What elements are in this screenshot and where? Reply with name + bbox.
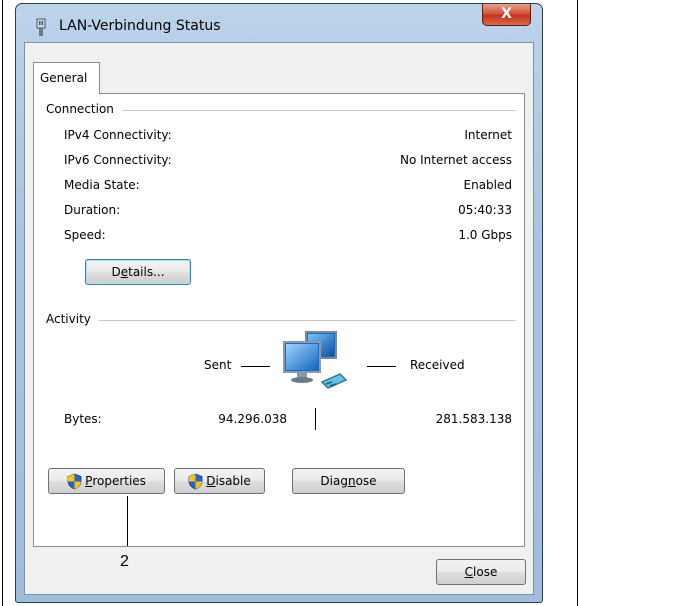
close-label-accel: C	[464, 565, 474, 579]
connection-group-label: Connection	[46, 102, 122, 116]
network-adapter-icon	[36, 18, 46, 36]
details-label-accel: e	[120, 265, 129, 279]
dialog-client-area: General Connection IPv4 Connectivity: In…	[24, 42, 534, 595]
activity-divider	[315, 408, 316, 430]
close-label-post: lose	[473, 565, 498, 579]
activity-group-line	[46, 320, 516, 321]
disable-label-post: isable	[215, 474, 251, 488]
close-button[interactable]: Close	[436, 559, 526, 585]
tab-panel-general: Connection IPv4 Connectivity: Internet I…	[33, 93, 525, 547]
properties-button[interactable]: Properties	[48, 468, 165, 494]
received-dash	[367, 366, 396, 367]
duration-value: 05:40:33	[458, 203, 512, 217]
diagnose-label-accel: n	[347, 474, 356, 488]
window-title: LAN-Verbindung Status	[59, 18, 221, 34]
figure-border-left	[2, 0, 3, 606]
ipv6-label: IPv6 Connectivity:	[64, 153, 172, 167]
speed-value: 1.0 Gbps	[458, 228, 512, 242]
tab-general[interactable]: General	[33, 62, 100, 94]
disable-label-accel: D	[206, 474, 216, 488]
properties-label-post: roperties	[92, 474, 146, 488]
diagnose-button[interactable]: Diag n ose	[292, 468, 405, 494]
activity-group-label: Activity	[46, 312, 99, 326]
callout-number: 2	[120, 553, 129, 570]
figure-border-right	[577, 0, 578, 606]
details-button[interactable]: De tails...	[85, 259, 191, 285]
media-state-value: Enabled	[463, 178, 513, 192]
status-window: LAN-Verbindung Status X General Connecti…	[15, 3, 543, 603]
diagnose-label-post: ose	[355, 474, 377, 488]
bytes-received-value: 281.583.138	[435, 412, 512, 426]
duration-label: Duration:	[64, 203, 121, 217]
sent-label: Sent	[204, 358, 232, 372]
sent-dash	[241, 366, 270, 367]
properties-label-accel: P	[85, 474, 93, 488]
details-label-pre: D	[111, 265, 121, 279]
ipv4-value: Internet	[464, 128, 512, 142]
media-state-label: Media State:	[64, 178, 140, 192]
details-label-post: tails...	[128, 265, 165, 279]
disable-button[interactable]: Disable	[174, 468, 265, 494]
close-window-button[interactable]: X	[482, 4, 531, 26]
diagnose-label-pre: Diag	[320, 474, 348, 488]
bytes-label: Bytes:	[64, 412, 102, 426]
callout-leader-line	[127, 496, 128, 546]
ipv4-label: IPv4 Connectivity:	[64, 128, 172, 142]
received-label: Received	[410, 358, 465, 372]
bytes-sent-value: 94.296.038	[218, 412, 287, 426]
speed-label: Speed:	[64, 228, 106, 242]
uac-shield-icon	[67, 473, 82, 489]
ipv6-value: No Internet access	[399, 153, 512, 167]
network-computers-icon	[283, 331, 348, 389]
uac-shield-icon	[188, 473, 203, 489]
